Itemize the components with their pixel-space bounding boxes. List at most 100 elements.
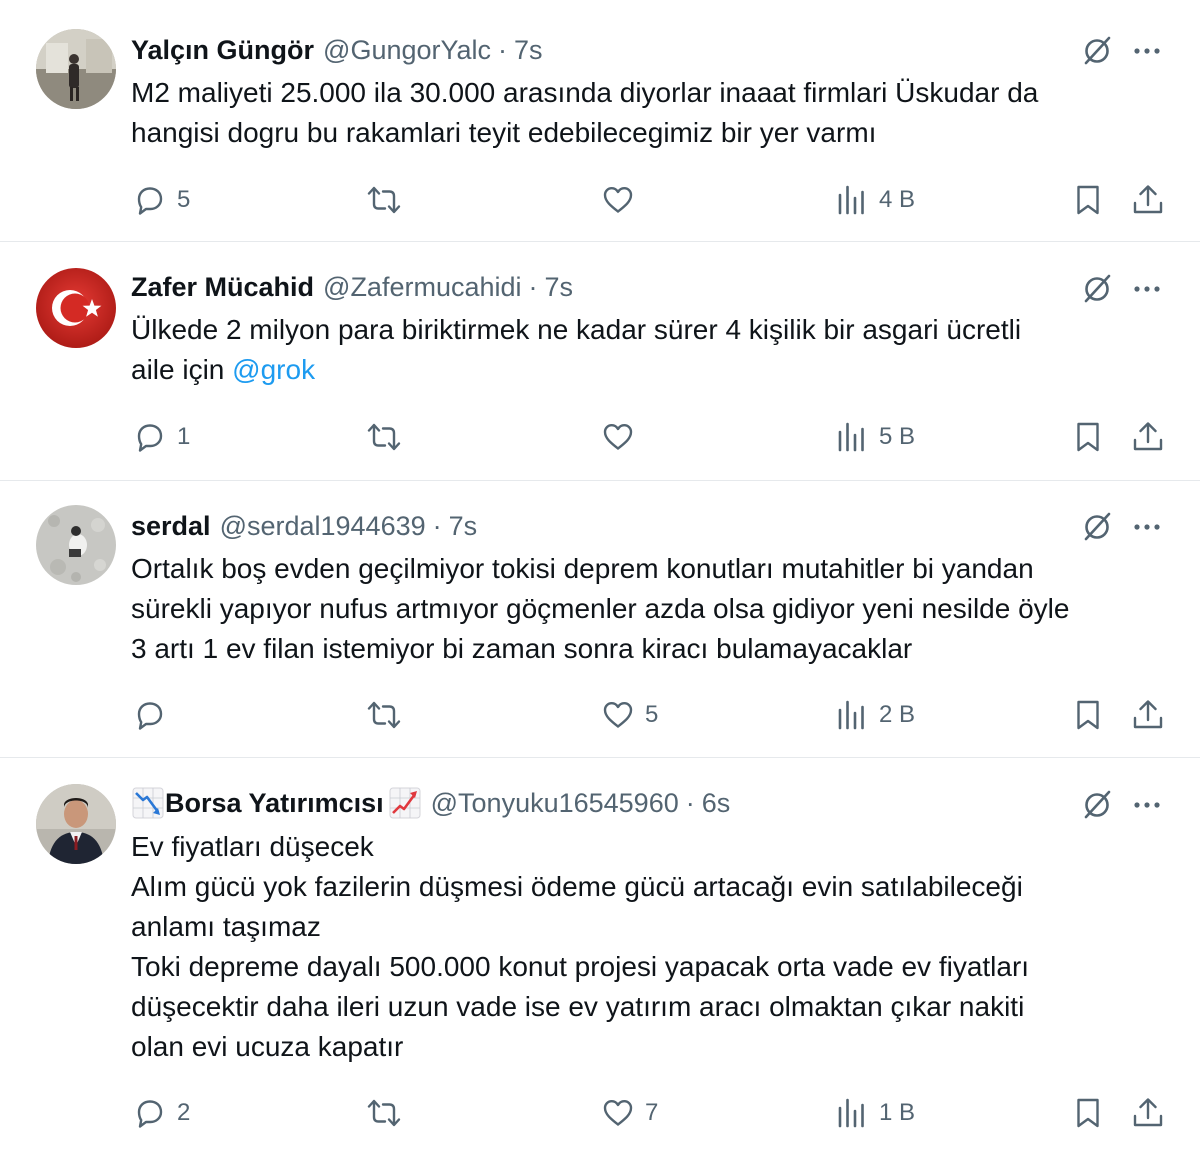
timestamp[interactable]: 7s — [545, 269, 574, 305]
grok-icon[interactable] — [1080, 272, 1114, 306]
author-handle[interactable]: @Tonyuku16545960 — [431, 785, 679, 821]
reply-button[interactable]: 2 — [133, 1093, 190, 1133]
views-chart-icon — [835, 420, 869, 454]
bookmark-button[interactable] — [1071, 1093, 1105, 1133]
share-icon — [1131, 1096, 1165, 1130]
author-name[interactable]: Zafer Mücahid — [131, 269, 314, 305]
tweet-text-line: Ülkede 2 milyon para biriktirmek ne kada… — [131, 314, 1022, 345]
tweet-text-line: anlamı taşımaz — [131, 911, 321, 942]
bookmark-icon — [1071, 183, 1105, 217]
reply-icon — [133, 183, 167, 217]
action-bar: 5 4 B — [0, 180, 1200, 220]
bookmark-button[interactable] — [1071, 180, 1105, 220]
action-bar: 5 2 B — [0, 695, 1200, 735]
views-chart-icon — [835, 698, 869, 732]
avatar[interactable] — [36, 268, 116, 348]
tweet-text-line: düşecektir daha ileri uzun vade ise ev y… — [131, 991, 1025, 1022]
tweet[interactable]: Zafer Mücahid @Zafermucahidi · 7s Ülkede… — [0, 243, 1200, 481]
tweet-text-line: 3 artı 1 ev filan istemiyor bi zaman son… — [131, 633, 913, 664]
like-button[interactable]: 5 — [601, 695, 658, 735]
repost-icon — [366, 698, 402, 732]
tweet-text-line: M2 maliyeti 25.000 ila 30.000 arasında d… — [131, 77, 1039, 108]
tweet-text-line: sürekli yapıyor nufus artmıyor göçmenler… — [131, 593, 1070, 624]
author-handle[interactable]: @serdal1944639 — [220, 508, 426, 544]
timestamp[interactable]: 7s — [449, 508, 478, 544]
bookmark-icon — [1071, 698, 1105, 732]
reply-icon — [133, 698, 167, 732]
reply-button[interactable]: 5 — [133, 180, 190, 220]
author-handle[interactable]: @GungorYalc — [323, 32, 491, 68]
repost-button[interactable] — [366, 417, 412, 457]
reply-button[interactable]: 1 — [133, 417, 190, 457]
author-name[interactable]: Borsa Yatırımcısı — [165, 785, 384, 821]
more-icon[interactable] — [1130, 510, 1164, 544]
separator-dot: · — [685, 788, 695, 818]
avatar[interactable] — [36, 505, 116, 585]
views-button[interactable]: 2 B — [835, 695, 915, 735]
avatar[interactable] — [36, 29, 116, 109]
bookmark-button[interactable] — [1071, 695, 1105, 735]
reply-icon — [133, 1096, 167, 1130]
timestamp[interactable]: 7s — [514, 32, 543, 68]
repost-icon — [366, 1096, 402, 1130]
heart-icon — [601, 183, 635, 217]
like-count: 5 — [645, 701, 659, 728]
views-chart-icon — [835, 1096, 869, 1130]
share-button[interactable] — [1131, 180, 1165, 220]
reply-icon — [133, 420, 167, 454]
author-name[interactable]: serdal — [131, 508, 211, 544]
repost-button[interactable] — [366, 1093, 412, 1133]
more-icon[interactable] — [1130, 272, 1164, 306]
views-button[interactable]: 1 B — [835, 1093, 915, 1133]
tweet[interactable]: Yalçın Güngör @GungorYalc · 7s M2 maliye… — [0, 0, 1200, 242]
share-button[interactable] — [1131, 1093, 1165, 1133]
like-count: 7 — [645, 1099, 659, 1126]
like-button[interactable] — [601, 417, 645, 457]
tweet-text: Ortalık boş evden geçilmiyor tokisi depr… — [131, 549, 1171, 669]
mention-link[interactable]: @grok — [232, 354, 315, 385]
like-button[interactable] — [601, 180, 645, 220]
share-icon — [1131, 698, 1165, 732]
action-bar: 2 7 1 B — [0, 1093, 1200, 1133]
tweet-text-line: Toki depreme dayalı 500.000 konut projes… — [131, 951, 1030, 982]
avatar[interactable] — [36, 784, 116, 864]
tweet-text-line: Ev fiyatları düşecek — [131, 831, 374, 862]
author-name[interactable]: Yalçın Güngör — [131, 32, 314, 68]
repost-button[interactable] — [366, 695, 412, 735]
tweet-text-line: aile için — [131, 354, 233, 385]
action-bar: 1 5 B — [0, 417, 1200, 457]
grok-icon[interactable] — [1080, 788, 1114, 822]
views-count: 2 B — [879, 701, 916, 728]
share-icon — [1131, 183, 1165, 217]
views-button[interactable]: 5 B — [835, 417, 915, 457]
chart-increasing-emoji-icon — [388, 786, 422, 820]
views-count: 1 B — [879, 1099, 916, 1126]
views-count: 5 B — [879, 423, 916, 450]
separator-dot: · — [432, 511, 442, 541]
tweet[interactable]: serdal @serdal1944639 · 7s Ortalık boş e… — [0, 482, 1200, 758]
tweet-text-line: Ortalık boş evden geçilmiyor tokisi depr… — [131, 553, 1034, 584]
more-icon[interactable] — [1130, 34, 1164, 68]
grok-icon[interactable] — [1080, 34, 1114, 68]
author-handle[interactable]: @Zafermucahidi — [323, 269, 521, 305]
grok-icon[interactable] — [1080, 510, 1114, 544]
bookmark-icon — [1071, 420, 1105, 454]
reply-button[interactable] — [133, 695, 177, 735]
reply-count: 1 — [177, 423, 191, 450]
bookmark-button[interactable] — [1071, 417, 1105, 457]
views-button[interactable]: 4 B — [835, 180, 915, 220]
views-count: 4 B — [879, 186, 916, 213]
like-button[interactable]: 7 — [601, 1093, 658, 1133]
tweet[interactable]: Borsa Yatırımcısı @Tonyuku16545960 · 6s … — [0, 759, 1200, 1158]
tweet-text-line: hangisi dogru bu rakamlari teyit edebile… — [131, 117, 877, 148]
tweet-text-line: olan evi ucuza kapatır — [131, 1031, 404, 1062]
timestamp[interactable]: 6s — [702, 785, 731, 821]
repost-button[interactable] — [366, 180, 412, 220]
tweet-text-line: Alım gücü yok fazilerin düşmesi ödeme gü… — [131, 871, 1023, 902]
share-button[interactable] — [1131, 695, 1165, 735]
tweet-text: M2 maliyeti 25.000 ila 30.000 arasında d… — [131, 73, 1171, 153]
chart-decreasing-emoji-icon — [131, 786, 165, 820]
share-button[interactable] — [1131, 417, 1165, 457]
more-icon[interactable] — [1130, 788, 1164, 822]
tweet-text: Ev fiyatları düşecek Alım gücü yok fazil… — [131, 827, 1171, 1067]
